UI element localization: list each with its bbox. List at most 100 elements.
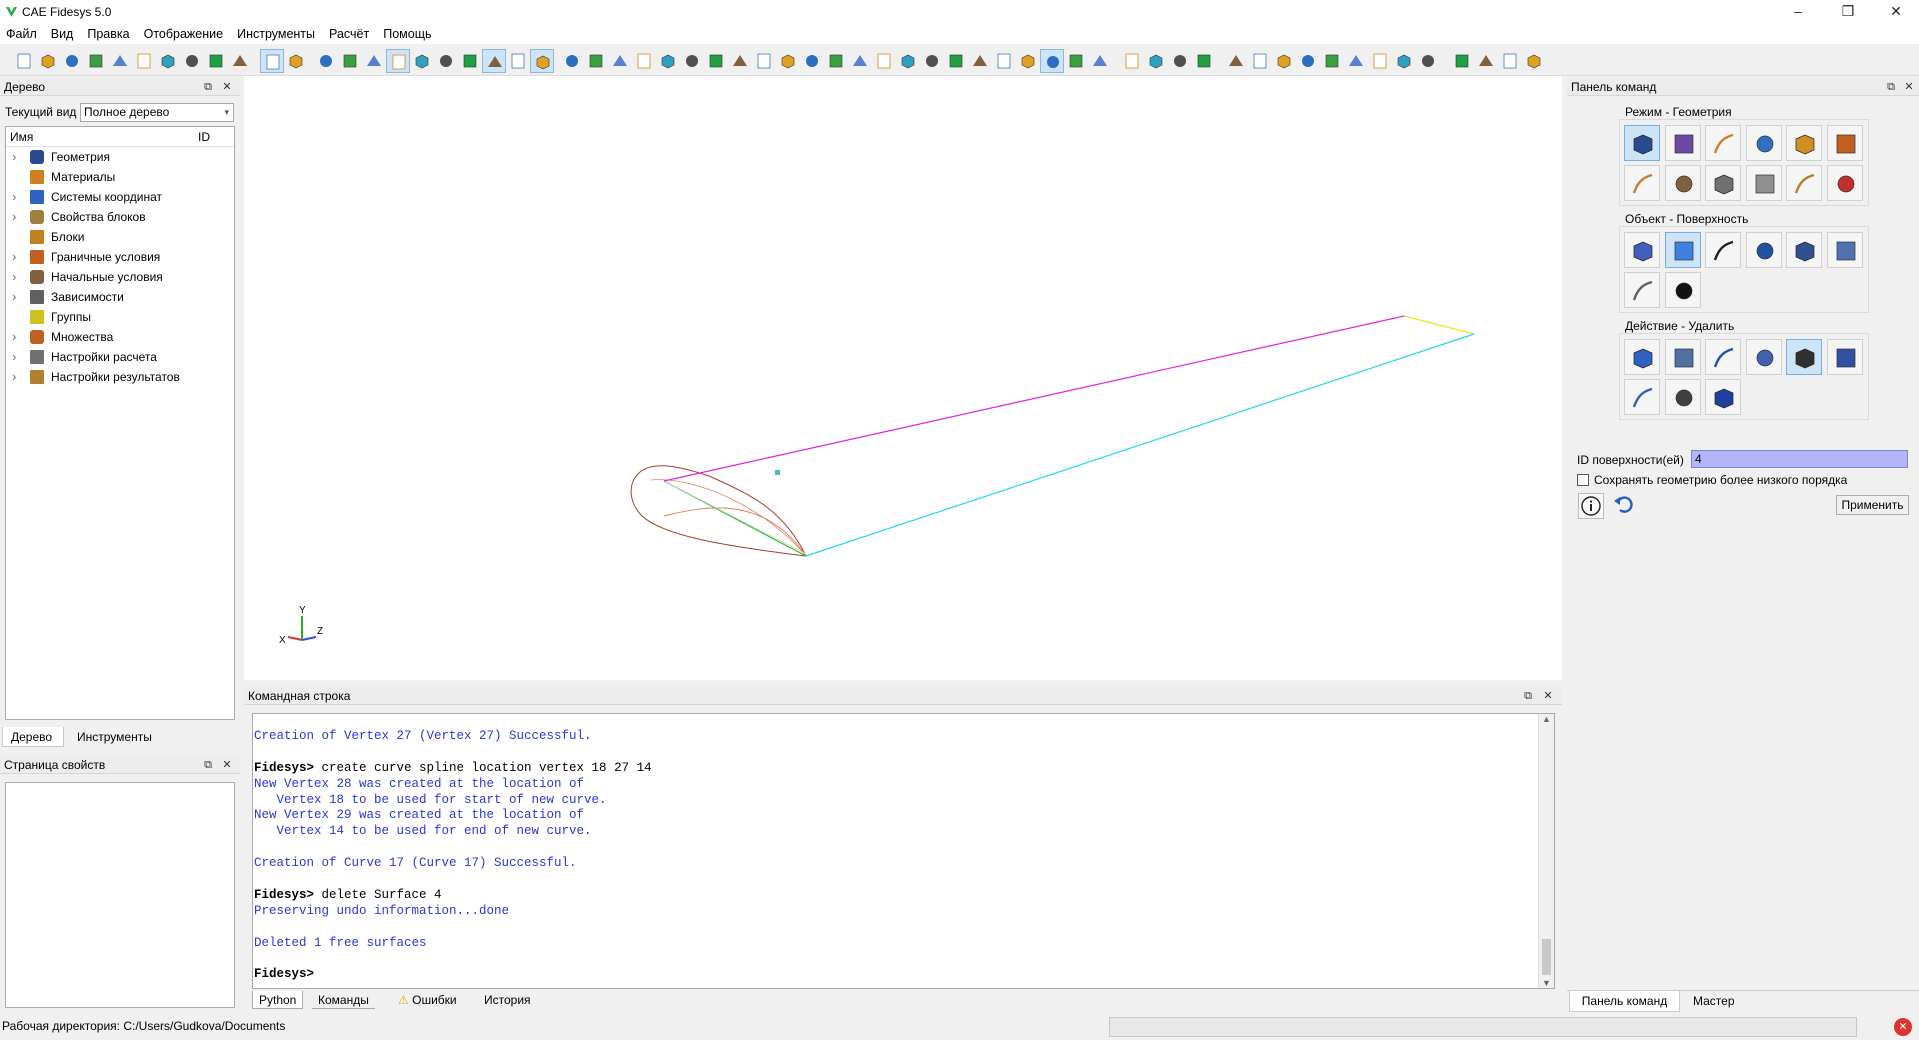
window-icon[interactable] [530, 49, 554, 73]
undo-icon[interactable] [284, 49, 308, 73]
frame-icon[interactable] [1416, 49, 1440, 73]
ruler-icon[interactable] [872, 49, 896, 73]
column-name[interactable]: Имя [10, 127, 33, 147]
close-window-button[interactable]: ✕ [1873, 0, 1919, 24]
expand-arrow-icon[interactable]: › [12, 187, 16, 207]
keep-lower-order-checkbox[interactable] [1577, 474, 1589, 486]
float-panel-icon[interactable]: ⧉ [1520, 687, 1536, 705]
cylinder-icon[interactable] [204, 49, 228, 73]
tree-item[interactable]: › Начальные условия [6, 267, 234, 287]
action-decompose-button[interactable] [1705, 379, 1741, 415]
open-folder-icon[interactable] [36, 49, 60, 73]
expand-arrow-icon[interactable]: › [12, 267, 16, 287]
block-icon[interactable] [944, 49, 968, 73]
expand-arrow-icon[interactable]: › [12, 287, 16, 307]
object-measure-button[interactable] [1624, 272, 1660, 308]
menu-calculation[interactable]: Расчёт [322, 24, 376, 44]
view-front-icon[interactable] [680, 49, 704, 73]
solid-cube-icon[interactable] [362, 49, 386, 73]
view-left-icon[interactable] [776, 49, 800, 73]
tree-item[interactable]: › Настройки расчета [6, 347, 234, 367]
expand-arrow-icon[interactable]: › [12, 327, 16, 347]
tree-item[interactable]: Блоки [6, 227, 234, 247]
hammer-icon[interactable] [228, 49, 252, 73]
settings-icon[interactable] [1522, 49, 1546, 73]
reset-button[interactable] [1612, 493, 1638, 519]
3d-viewport[interactable]: Y X Z [244, 76, 1562, 680]
mode-results-button[interactable] [1786, 165, 1822, 201]
tree-item[interactable]: › Зависимости [6, 287, 234, 307]
zoom-out-icon[interactable] [608, 49, 632, 73]
more-icon-2[interactable] [1450, 49, 1474, 73]
command-output[interactable]: Creation of Vertex 27 (Vertex 27) Succes… [252, 713, 1555, 989]
mode-initial-conditions-button[interactable] [1664, 165, 1701, 201]
expand-arrow-icon[interactable]: › [12, 247, 16, 267]
hex-icon[interactable] [1168, 49, 1192, 73]
rectangle-icon[interactable] [1120, 49, 1144, 73]
force-icon[interactable] [1296, 49, 1320, 73]
results-icon[interactable] [1344, 49, 1368, 73]
tab-command-panel[interactable]: Панель команд [1569, 991, 1680, 1012]
info-button[interactable] [1578, 493, 1604, 519]
expand-arrow-icon[interactable]: › [12, 207, 16, 227]
scroll-down-icon[interactable]: ▼ [1542, 978, 1551, 988]
menu-edit[interactable]: Правка [80, 24, 136, 44]
action-delete-button[interactable] [1786, 339, 1822, 375]
refresh-icon[interactable] [560, 49, 584, 73]
grid-icon[interactable] [482, 49, 506, 73]
current-view-select[interactable]: Полное дерево ▾ [80, 103, 234, 122]
action-cut-button[interactable] [1664, 379, 1701, 415]
scroll-up-icon[interactable]: ▲ [1542, 714, 1551, 724]
view-top-icon[interactable] [728, 49, 752, 73]
record-icon[interactable] [156, 49, 180, 73]
view-bottom-icon[interactable] [752, 49, 776, 73]
green-blocks-icon[interactable] [410, 49, 434, 73]
vertex-icon[interactable] [1040, 49, 1064, 73]
curve-icon[interactable] [1016, 49, 1040, 73]
mode-coordinate-systems-button[interactable] [1745, 125, 1782, 161]
menu-help[interactable]: Помощь [376, 24, 438, 44]
expand-arrow-icon[interactable]: › [12, 367, 16, 387]
tree-item[interactable]: Материалы [6, 167, 234, 187]
tree-item[interactable]: › Системы координат [6, 187, 234, 207]
temperature-icon[interactable] [1320, 49, 1344, 73]
export-icon[interactable] [84, 49, 108, 73]
mode-materials-button[interactable] [1705, 125, 1741, 161]
tree-item[interactable]: › Геометрия [6, 147, 234, 167]
close-panel-icon[interactable]: ✕ [1901, 78, 1917, 96]
mode-geometry-button[interactable] [1624, 125, 1660, 161]
annotation-icon[interactable] [1368, 49, 1392, 73]
point-cloud-icon[interactable] [920, 49, 944, 73]
minimize-button[interactable]: – [1775, 0, 1821, 24]
float-panel-icon[interactable]: ⧉ [1883, 78, 1899, 96]
tree-item[interactable]: › Свойства блоков [6, 207, 234, 227]
tree-item[interactable]: › Множества [6, 327, 234, 347]
line-icon[interactable] [1088, 49, 1112, 73]
more-icon-3[interactable] [1498, 49, 1522, 73]
column-id[interactable]: ID [198, 127, 210, 147]
mode-mesh-button[interactable] [1664, 125, 1701, 161]
rotate-view-icon[interactable] [656, 49, 680, 73]
tab-python[interactable]: Python [252, 991, 304, 1009]
axes-icon[interactable] [848, 49, 872, 73]
mesh-cube-icon[interactable] [434, 49, 458, 73]
menu-view[interactable]: Вид [44, 24, 81, 44]
action-copy-button[interactable] [1745, 339, 1782, 375]
object-surface-button[interactable] [1664, 232, 1701, 268]
view-right-icon[interactable] [800, 49, 824, 73]
action-modify-button[interactable] [1664, 339, 1701, 375]
scrollbar-thumb[interactable] [1542, 939, 1551, 975]
surface-id-input[interactable]: 4 [1691, 450, 1908, 468]
menu-display[interactable]: Отображение [137, 24, 230, 44]
hidden-line-cube-icon[interactable] [338, 49, 362, 73]
close-panel-icon[interactable]: ✕ [219, 756, 235, 774]
more-icon[interactable] [1392, 49, 1416, 73]
save-icon[interactable] [60, 49, 84, 73]
run-icon[interactable] [1474, 49, 1498, 73]
tab-tools[interactable]: Инструменты [69, 727, 160, 747]
expand-arrow-icon[interactable]: › [12, 347, 16, 367]
tree-item[interactable]: Группы [6, 307, 234, 327]
constraint-icon[interactable] [1248, 49, 1272, 73]
action-merge-button[interactable] [1826, 339, 1863, 375]
mode-boundary-button[interactable] [1624, 165, 1660, 201]
